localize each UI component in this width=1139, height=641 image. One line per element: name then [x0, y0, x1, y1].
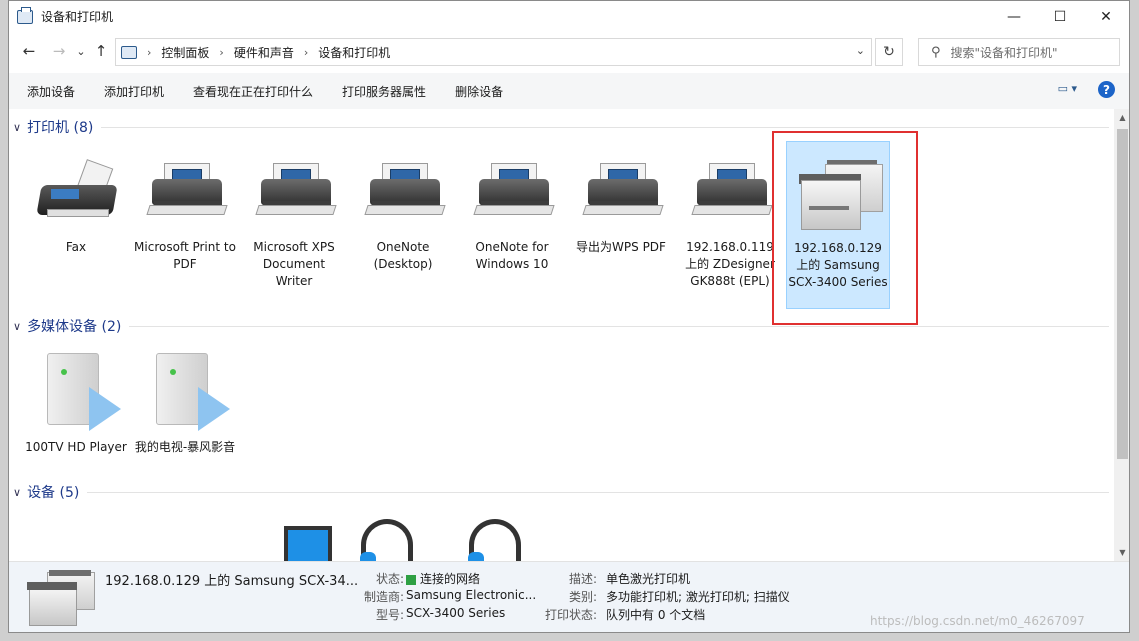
device-label: 192.168.0.119 上的 ZDesigner GK888t (EPL)	[685, 240, 775, 288]
device-label: Microsoft XPS Document Writer	[253, 240, 335, 288]
highlight-annotation-box	[772, 131, 918, 325]
model-value: SCX-3400 Series	[406, 606, 506, 620]
up-arrow-icon[interactable]: ↑	[91, 41, 111, 61]
scroll-up-icon[interactable]: ▲	[1114, 109, 1129, 126]
close-button[interactable]: ✕	[1083, 1, 1129, 32]
category-value: 多功能打印机; 激光打印机; 扫描仪	[606, 590, 790, 604]
devices-printers-window: 设备和打印机 — ☐ ✕ ← → ⌄ ↑ › 控制面板 › 硬件和声音 › 设备…	[8, 0, 1130, 633]
refresh-button[interactable]: ↻	[875, 38, 903, 66]
device-label: Fax	[65, 240, 87, 254]
monitor-icon[interactable]	[284, 526, 332, 566]
headset-icon[interactable]	[360, 519, 413, 574]
back-arrow-icon[interactable]: ←	[19, 41, 39, 61]
status-label: 状态:	[375, 572, 404, 586]
navigation-bar: ← → ⌄ ↑ › 控制面板 › 硬件和声音 › 设备和打印机 ⌄ ↻ ⚲ 搜索…	[9, 35, 1129, 69]
forward-arrow-icon[interactable]: →	[49, 41, 69, 61]
group-title-devices: 设备 (5)	[27, 485, 80, 501]
breadcrumb-control-panel[interactable]: 控制面板	[161, 44, 209, 61]
device-item-ms-print-to-pdf[interactable]: Microsoft Print to PDF	[134, 157, 236, 273]
control-panel-icon	[121, 45, 137, 59]
media-server-icon	[33, 347, 121, 435]
headset-icon[interactable]	[468, 519, 521, 574]
search-input[interactable]: ⚲ 搜索"设备和打印机"	[918, 38, 1120, 66]
chevron-down-icon[interactable]: ∨	[13, 121, 21, 134]
breadcrumb-separator-icon: ›	[303, 45, 309, 59]
printer-icon	[360, 157, 446, 235]
device-item-100tv[interactable]: 100TV HD Player	[25, 347, 127, 456]
minimize-button[interactable]: —	[991, 1, 1037, 32]
group-divider	[129, 325, 1109, 327]
add-printer-button[interactable]: 添加打印机	[104, 83, 164, 100]
help-icon[interactable]: ?	[1098, 81, 1115, 98]
search-icon: ⚲	[931, 44, 941, 60]
device-label: Microsoft Print to PDF	[134, 240, 236, 271]
scroll-thumb[interactable]	[1117, 129, 1128, 459]
command-bar: 添加设备 添加打印机 查看现在正在打印什么 打印服务器属性 删除设备 ▭ ▾ ?	[9, 73, 1129, 109]
device-item-onenote-win10[interactable]: OneNote for Windows 10	[461, 157, 563, 273]
device-item-xps-writer[interactable]: Microsoft XPS Document Writer	[243, 157, 345, 290]
printer-icon	[142, 157, 228, 235]
group-title-media: 多媒体设备 (2)	[27, 319, 122, 335]
add-device-button[interactable]: 添加设备	[27, 83, 75, 100]
group-header-devices[interactable]: ∨ 设备 (5)	[13, 482, 1109, 502]
device-label: 导出为WPS PDF	[576, 240, 666, 254]
chevron-down-icon[interactable]: ∨	[13, 486, 21, 499]
print-server-properties-button[interactable]: 打印服务器属性	[342, 83, 426, 100]
manufacturer-value: Samsung Electronic...	[406, 588, 537, 602]
model-label: 型号:	[375, 608, 404, 622]
remove-device-button[interactable]: 删除设备	[455, 83, 503, 100]
description-value: 单色激光打印机	[606, 572, 691, 586]
address-bar[interactable]: › 控制面板 › 硬件和声音 › 设备和打印机 ⌄	[115, 38, 872, 66]
window-controls: — ☐ ✕	[991, 1, 1129, 32]
media-server-icon	[142, 347, 230, 435]
scroll-down-icon[interactable]: ▼	[1114, 544, 1129, 561]
breadcrumb-separator-icon: ›	[219, 45, 224, 59]
breadcrumb-devices-printers[interactable]: 设备和打印机	[318, 44, 390, 61]
printer-icon	[469, 157, 555, 235]
watermark-text: https://blog.csdn.net/m0_46267097	[870, 614, 1085, 628]
status-value: 连接的网络	[406, 570, 480, 587]
multifunction-printer-icon	[23, 568, 99, 628]
fax-icon	[33, 157, 119, 235]
printer-icon	[578, 157, 664, 235]
chevron-down-icon[interactable]: ∨	[13, 320, 21, 333]
search-placeholder: 搜索"设备和打印机"	[950, 45, 1058, 60]
breadcrumb-hardware-sound[interactable]: 硬件和声音	[234, 44, 294, 61]
change-view-button[interactable]: ▭ ▾	[1058, 82, 1077, 95]
maximize-button[interactable]: ☐	[1037, 1, 1083, 32]
device-item-onenote-desktop[interactable]: OneNote (Desktop)	[352, 157, 454, 273]
device-item-baofeng[interactable]: 我的电视-暴风影音	[134, 347, 236, 456]
see-whats-printing-button[interactable]: 查看现在正在打印什么	[193, 83, 313, 100]
devices-view: ∨ 打印机 (8) Fax Microsoft Print to PDF Mic…	[9, 109, 1113, 561]
vertical-scrollbar[interactable]: ▲ ▼	[1114, 109, 1129, 561]
group-divider	[101, 126, 1109, 128]
device-label: OneNote (Desktop)	[373, 240, 433, 271]
device-label: 100TV HD Player	[25, 440, 127, 454]
device-item-zdesigner[interactable]: 192.168.0.119 上的 ZDesigner GK888t (EPL)	[679, 157, 781, 290]
chevron-down-icon[interactable]: ⌄	[856, 44, 865, 57]
breadcrumb-separator-icon: ›	[147, 45, 152, 59]
category-label: 类别:	[568, 590, 597, 604]
group-header-printers[interactable]: ∨ 打印机 (8)	[13, 117, 1109, 137]
print-status-value: 队列中有 0 个文档	[606, 608, 706, 622]
device-label: OneNote for Windows 10	[475, 240, 549, 271]
window-title: 设备和打印机	[41, 10, 114, 24]
manufacturer-label: 制造商:	[363, 590, 404, 604]
device-label: 我的电视-暴风影音	[134, 440, 236, 454]
device-item-fax[interactable]: Fax	[25, 157, 127, 256]
printer-icon	[687, 157, 773, 235]
description-label: 描述:	[568, 572, 597, 586]
selected-device-name: 192.168.0.129 上的 Samsung SCX-34...	[105, 574, 359, 589]
group-divider	[87, 491, 1109, 493]
printer-icon	[251, 157, 337, 235]
title-bar: 设备和打印机 — ☐ ✕	[9, 1, 1129, 32]
recent-dropdown-icon[interactable]: ⌄	[71, 41, 91, 61]
device-item-wps-pdf[interactable]: 导出为WPS PDF	[570, 157, 672, 256]
group-header-media[interactable]: ∨ 多媒体设备 (2)	[13, 316, 1109, 336]
group-title-printers: 打印机 (8)	[27, 120, 94, 136]
print-status-label: 打印状态:	[544, 608, 597, 622]
devices-printers-icon	[17, 6, 33, 24]
network-status-icon	[406, 574, 416, 585]
